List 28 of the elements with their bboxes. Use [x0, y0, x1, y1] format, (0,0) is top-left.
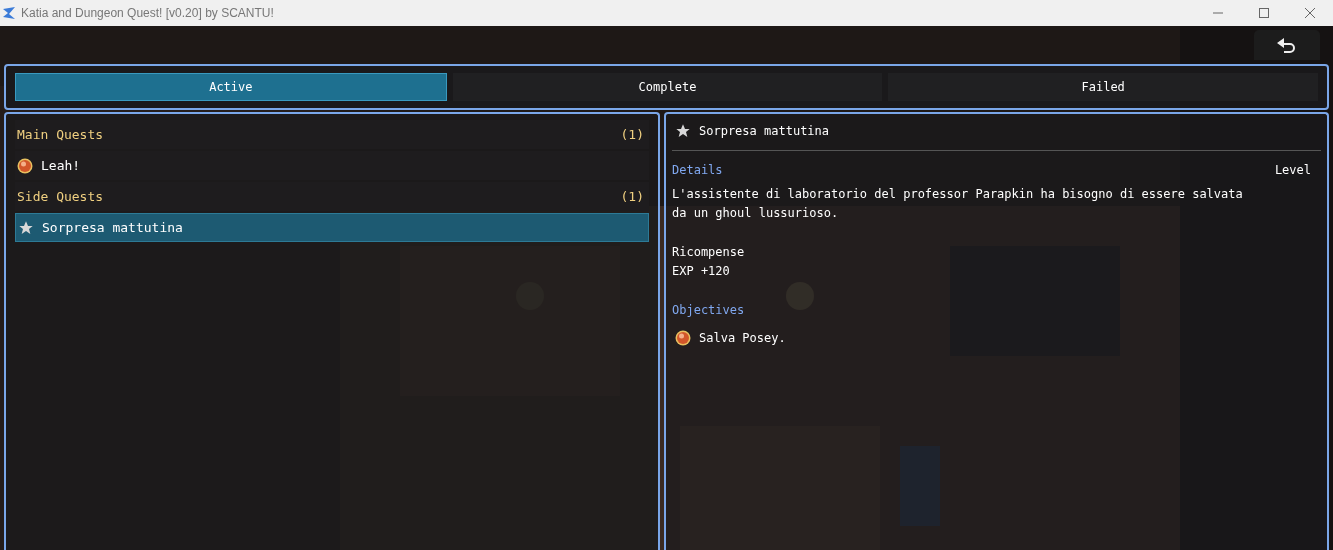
star-icon — [18, 219, 34, 236]
level-label: Level — [1274, 162, 1311, 179]
description-text: L'assistente di laboratorio del professor Parapkin ha bisogno di essere salvata — [672, 186, 1243, 203]
reward-text: EXP +120 — [672, 263, 730, 280]
return-icon — [1276, 37, 1298, 53]
objective-text: Salva Posey. — [699, 330, 786, 347]
window-title: Katia and Dungeon Quest! [v0.20] by SCANTU! — [21, 5, 274, 22]
section-heading: Objectives — [672, 302, 745, 319]
orb-icon — [17, 157, 33, 174]
category-count: (1) — [620, 125, 644, 144]
description-text: da un ghoul lussurioso. — [672, 205, 839, 222]
quest-item[interactable]: Sorpresa mattutina — [15, 213, 649, 242]
tab[interactable]: Active — [15, 73, 447, 101]
tab[interactable]: Complete — [452, 73, 883, 101]
category-count: (1) — [620, 187, 644, 206]
quest-item[interactable]: Leah! — [15, 151, 649, 180]
rewards-heading: Ricompense — [672, 244, 745, 261]
category-label: Side Quests — [17, 187, 104, 206]
close-icon — [1305, 8, 1315, 18]
category-label: Main Quests — [17, 125, 104, 144]
orb-icon — [675, 330, 691, 346]
back-button[interactable] — [1254, 30, 1320, 60]
section-heading: Details — [672, 162, 723, 179]
star-icon — [675, 123, 691, 139]
app-icon — [3, 7, 15, 19]
quest-title: Sorpresa mattutina — [699, 123, 830, 140]
maximize-icon — [1259, 8, 1269, 18]
tab[interactable]: Failed — [888, 73, 1318, 101]
